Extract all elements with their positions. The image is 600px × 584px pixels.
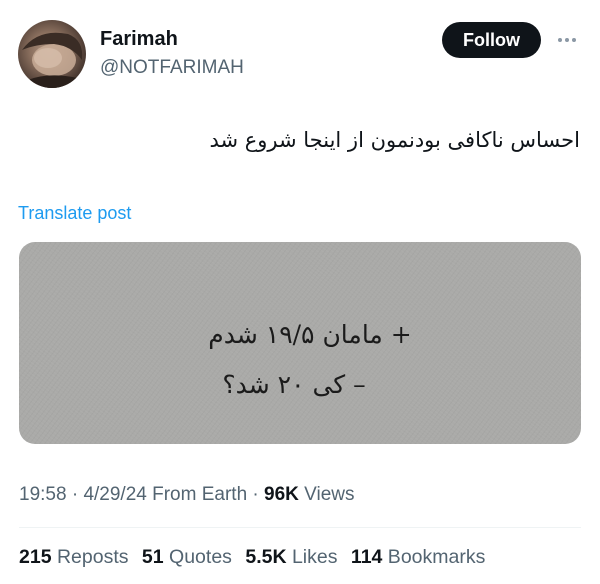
- post-text: احساس ناکافی بودنمون از اینجا شروع شد: [209, 128, 580, 152]
- bookmarks-count: 114: [350, 546, 383, 568]
- author-handle[interactable]: @NOTFARIMAH: [100, 57, 244, 79]
- reposts-count: 215: [19, 546, 52, 568]
- engagement-stats: 215 Reposts 51 Quotes 5.5K Likes 114 Boo…: [19, 546, 493, 569]
- more-dot: [558, 38, 562, 42]
- more-dot: [572, 38, 576, 42]
- post-date[interactable]: 4/29/24: [83, 484, 146, 505]
- reposts-stat[interactable]: 215 Reposts: [19, 546, 129, 568]
- bookmarks-stat[interactable]: 114 Bookmarks: [351, 546, 485, 568]
- likes-count: 5.5K: [245, 546, 287, 568]
- likes-label: Likes: [286, 546, 338, 568]
- post-container: Farimah @NOTFARIMAH Follow احساس ناکافی …: [0, 0, 600, 584]
- quotes-stat[interactable]: 51 Quotes: [142, 546, 232, 568]
- more-icon[interactable]: [552, 28, 582, 52]
- views-label: Views: [298, 484, 355, 505]
- quotes-count: 51: [141, 546, 164, 568]
- reposts-label: Reposts: [51, 546, 129, 568]
- avatar-photo: [18, 32, 86, 88]
- meta-separator: ·: [247, 484, 265, 505]
- post-time[interactable]: 19:58: [19, 484, 67, 505]
- views-count: 96K: [264, 484, 299, 505]
- follow-button[interactable]: Follow: [442, 22, 541, 58]
- post-source: From Earth: [146, 484, 248, 505]
- likes-stat[interactable]: 5.5K Likes: [245, 546, 337, 568]
- meta-separator: ·: [66, 484, 84, 505]
- quotes-label: Quotes: [163, 546, 232, 568]
- translate-post-link[interactable]: Translate post: [18, 203, 131, 224]
- author-name[interactable]: Farimah: [100, 28, 178, 51]
- post-metadata: 19:58 · 4/29/24 From Earth · 96K Views: [19, 484, 355, 506]
- post-image[interactable]: + مامان ۱۹/۵ شدم – کی ۲۰ شد؟: [19, 242, 581, 444]
- avatar[interactable]: [18, 20, 86, 88]
- image-text-line-2: – کی ۲۰ شد؟: [222, 370, 366, 399]
- divider: [19, 527, 581, 528]
- more-dot: [565, 38, 569, 42]
- image-text-line-1: + مامان ۱۹/۵ شدم: [208, 320, 412, 349]
- bookmarks-label: Bookmarks: [382, 546, 486, 568]
